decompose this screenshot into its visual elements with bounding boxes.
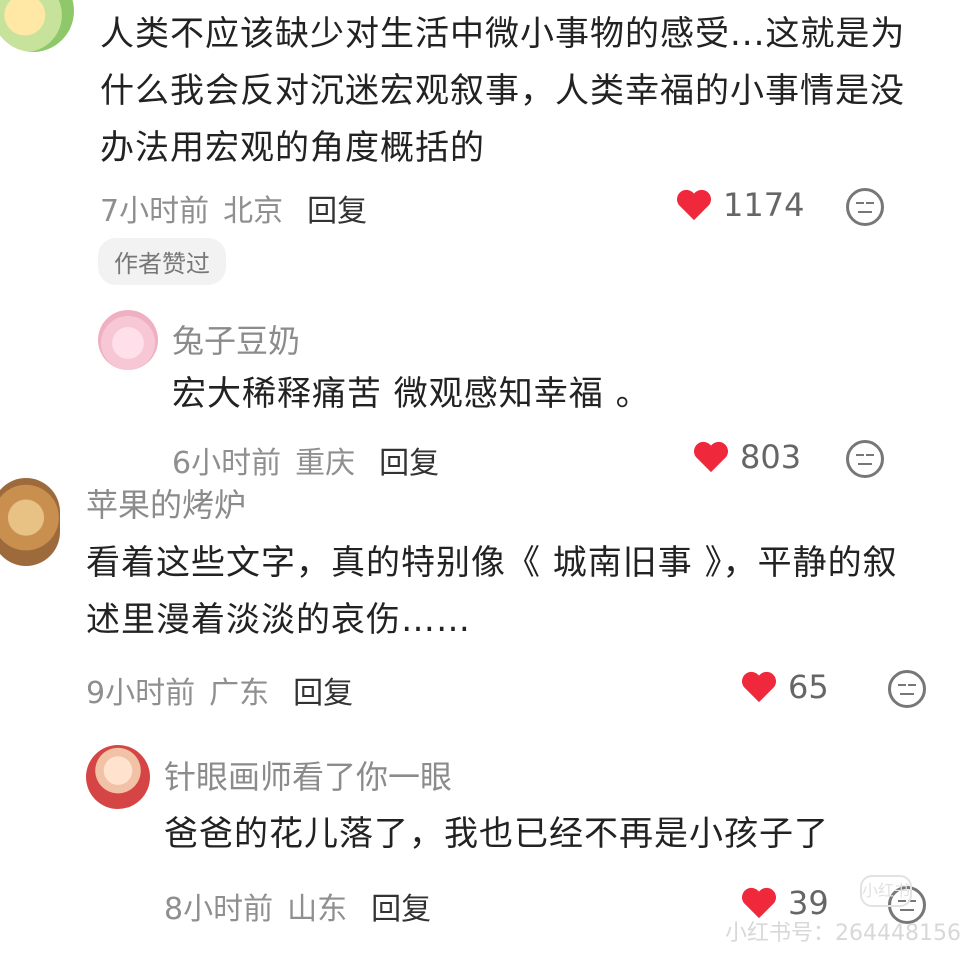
comment-location: 山东	[287, 892, 348, 927]
watermark-text: 小红书号：264448156	[725, 921, 960, 946]
avatar[interactable]	[98, 310, 158, 370]
comment-time: 8小时前	[164, 892, 274, 927]
comment-time: 9小时前	[86, 676, 196, 711]
comment-text-line: 述里漫着淡淡的哀伤……	[86, 600, 471, 640]
comment-time: 6小时前	[172, 446, 282, 481]
like-button[interactable]: 803	[692, 438, 801, 476]
comment-time: 7小时前	[100, 194, 210, 229]
comment-text: 爸爸的花儿落了，我也已经不再是小孩子了	[164, 814, 829, 854]
comment-text: 看着这些文字，真的特别像《 城南旧事 》，平静的叙 述里漫着淡淡的哀伤……	[86, 535, 946, 649]
comment-text-line: 看着这些文字，真的特别像《 城南旧事 》，平静的叙	[86, 543, 898, 583]
comment-meta: 7小时前 北京 回复	[100, 186, 367, 230]
comment-meta: 8小时前 山东 回复	[164, 884, 431, 928]
username[interactable]: 苹果的烤炉	[86, 480, 246, 526]
avatar[interactable]	[0, 0, 74, 52]
like-count: 1174	[723, 186, 805, 224]
comment-text-line: 人类不应该缺少对生活中微小事物的感受...这就是为	[100, 14, 906, 54]
comment-meta: 6小时前 重庆 回复	[172, 438, 439, 482]
author-liked-badge: 作者赞过	[98, 238, 226, 285]
like-count: 65	[788, 668, 829, 706]
comment-location: 广东	[209, 676, 270, 711]
reply-button[interactable]: 回复	[307, 186, 367, 230]
comment-location: 北京	[223, 194, 284, 229]
heart-icon	[694, 441, 728, 473]
reply-button[interactable]: 回复	[371, 884, 431, 928]
comment-text: 宏大稀释痛苦 微观感知幸福 。	[172, 374, 651, 414]
heart-icon	[677, 189, 711, 221]
like-button[interactable]: 1174	[675, 186, 804, 224]
comment-location: 重庆	[295, 446, 356, 481]
reply-button[interactable]: 回复	[293, 668, 353, 712]
username[interactable]: 兔子豆奶	[172, 316, 300, 362]
comment-text-line: 什么我会反对沉迷宏观叙事，人类幸福的小事情是没	[100, 71, 905, 111]
avatar[interactable]	[86, 745, 150, 809]
emoji-icon[interactable]	[846, 188, 884, 226]
comment-text-line: 办法用宏观的角度概括的	[100, 128, 485, 168]
comment-meta: 9小时前 广东 回复	[86, 668, 353, 712]
comment-text: 人类不应该缺少对生活中微小事物的感受...这就是为 什么我会反对沉迷宏观叙事，人…	[100, 6, 920, 177]
like-button[interactable]: 65	[740, 668, 829, 706]
reply-button[interactable]: 回复	[379, 438, 439, 482]
avatar[interactable]	[0, 478, 60, 566]
emoji-icon[interactable]	[846, 440, 884, 478]
watermark-logo: 小红书	[860, 875, 912, 907]
like-count: 803	[740, 438, 802, 476]
emoji-icon[interactable]	[888, 670, 926, 708]
heart-icon	[742, 671, 776, 703]
username[interactable]: 针眼画师看了你一眼	[164, 752, 452, 798]
